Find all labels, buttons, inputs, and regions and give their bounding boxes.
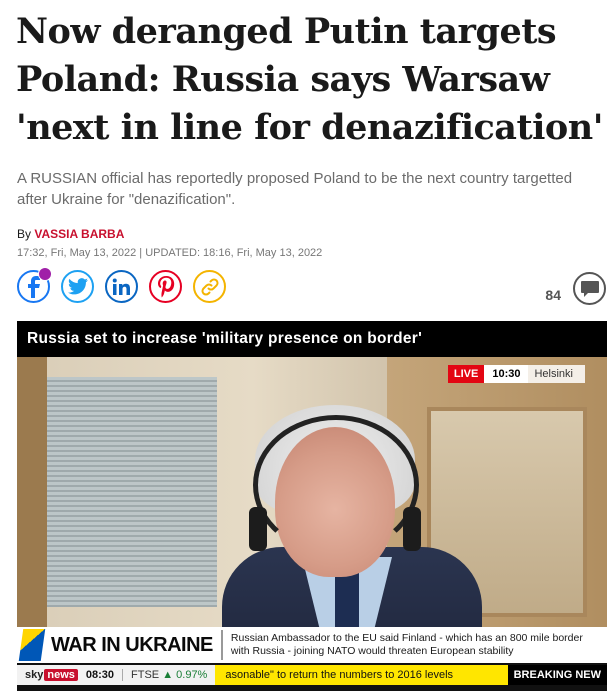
lower-third-caption: Russian Ambassador to the EU said Finlan…: [230, 632, 583, 657]
video-title: Russia set to increase 'military presenc…: [17, 321, 607, 357]
ticker-clock: 08:30: [78, 669, 124, 681]
article-headline: Now deranged Putin targets Poland: Russi…: [16, 11, 603, 148]
twitter-icon: [67, 278, 88, 295]
bookshelf: [17, 357, 47, 657]
byline: By VASSIA BARBA: [17, 227, 124, 241]
byline-prefix: By: [17, 227, 32, 241]
video-player[interactable]: Russia set to increase 'military presenc…: [17, 321, 607, 691]
article-standfirst: A RUSSIAN official has reportedly propos…: [17, 170, 573, 208]
live-indicator: LIVE 10:30 Helsinki: [447, 365, 585, 383]
author-link[interactable]: VASSIA BARBA: [34, 227, 124, 241]
headset-earcup-left: [249, 507, 267, 551]
headset-earcup-right: [403, 507, 421, 551]
facebook-share-button[interactable]: [17, 267, 52, 303]
pinterest-icon: [157, 275, 174, 297]
linkedin-share-button[interactable]: [105, 270, 138, 303]
sky-news-logo: sky news: [17, 669, 78, 681]
ftse-label: FTSE: [131, 669, 160, 681]
ukraine-flag-icon: [18, 629, 46, 661]
ftse-change: ▲ 0.97%: [162, 669, 208, 681]
link-icon: [200, 277, 219, 296]
ticker-scroll-text: asonable" to return the numbers to 2016 …: [215, 665, 508, 685]
comments-button[interactable]: [573, 272, 606, 305]
headset-band: [253, 415, 419, 555]
video-frame[interactable]: [17, 357, 607, 657]
live-badge: LIVE: [447, 365, 485, 383]
share-bar: [17, 267, 226, 306]
comment-count[interactable]: 84: [545, 287, 561, 303]
window-blind: [47, 377, 217, 607]
pinterest-share-button[interactable]: [149, 270, 182, 303]
comments-control[interactable]: 84: [545, 272, 606, 305]
broadcast-time: 10:30: [484, 365, 529, 383]
news-ticker: sky news 08:30 FTSE ▲ 0.97% asonable" to…: [17, 665, 607, 685]
dateline: 17:32, Fri, May 13, 2022 | UPDATED: 18:1…: [17, 247, 323, 259]
sky-logo-text: sky: [25, 669, 44, 681]
linkedin-icon: [112, 278, 130, 295]
lower-third: WAR IN UKRAINE Russian Ambassador to the…: [17, 627, 607, 663]
notification-badge: [38, 267, 52, 281]
twitter-share-button[interactable]: [61, 270, 94, 303]
broadcast-location: Helsinki: [528, 365, 585, 383]
ftse-index: FTSE ▲ 0.97%: [123, 669, 215, 681]
copy-link-button[interactable]: [193, 270, 226, 303]
lower-third-title: WAR IN UKRAINE: [43, 630, 223, 660]
speech-bubble-icon: [580, 280, 599, 297]
news-logo-badge: news: [44, 669, 78, 681]
breaking-news-label: BREAKING NEW: [507, 665, 607, 685]
